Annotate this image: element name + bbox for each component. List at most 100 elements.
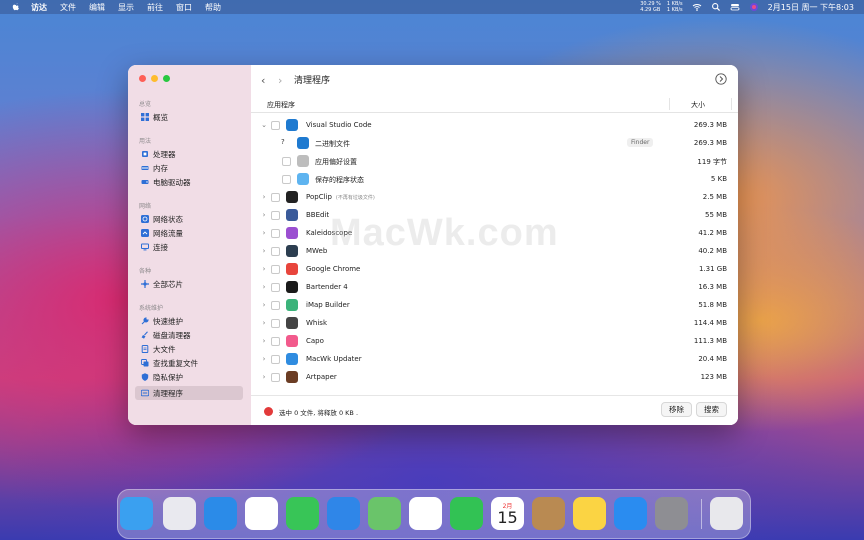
table-row[interactable]: ? 二进制文件 Finder 269.3 MB (251, 134, 738, 152)
table-row[interactable]: 保存的程序状态 5 KB (251, 170, 738, 188)
chrome-icon[interactable] (245, 497, 278, 530)
row-checkbox[interactable] (271, 211, 280, 220)
contacts-icon[interactable] (532, 497, 565, 530)
minimize-window-button[interactable] (151, 75, 158, 82)
forward-button[interactable]: › (278, 74, 282, 87)
sidebar-item-uninstaller[interactable]: 清理程序 (135, 386, 243, 400)
sidebar-item-network-status[interactable]: 网络状态 (135, 212, 243, 226)
chevron-right-icon[interactable]: › (261, 265, 267, 273)
chevron-right-icon[interactable]: › (261, 355, 267, 363)
menu-view[interactable]: 显示 (118, 2, 134, 13)
more-options-icon[interactable] (715, 73, 727, 85)
row-checkbox[interactable] (271, 121, 280, 130)
sidebar-item-connections[interactable]: 连接 (135, 240, 243, 254)
row-checkbox[interactable] (271, 283, 280, 292)
messages-icon[interactable] (286, 497, 319, 530)
zoom-window-button[interactable] (163, 75, 170, 82)
row-checkbox[interactable] (271, 193, 280, 202)
column-header-size[interactable]: 大小 (691, 100, 705, 110)
photos-icon[interactable] (409, 497, 442, 530)
sidebar-item-all-chips[interactable]: 全部芯片 (135, 277, 243, 291)
row-checkbox[interactable] (271, 265, 280, 274)
table-row[interactable]: › Whisk 114.4 MB (251, 314, 738, 332)
table-row[interactable]: › MacWk Updater 20.4 MB (251, 350, 738, 368)
menu-help[interactable]: 帮助 (205, 2, 221, 13)
location-badge[interactable]: Finder (627, 138, 654, 147)
sidebar-item-privacy[interactable]: 隐私保护 (135, 370, 243, 384)
chevron-right-icon[interactable]: › (261, 337, 267, 345)
sidebar-item-label: 查找重复文件 (153, 358, 198, 368)
row-checkbox[interactable] (282, 175, 291, 184)
chevron-right-icon[interactable]: › (261, 319, 267, 327)
table-row[interactable]: › iMap Builder 51.8 MB (251, 296, 738, 314)
sidebar-item-drives[interactable]: 电脑驱动器 (135, 175, 243, 189)
sidebar-item-label: 磁盘清理器 (153, 330, 191, 340)
chevron-right-icon[interactable]: › (261, 193, 267, 201)
row-checkbox[interactable] (271, 373, 280, 382)
chevron-down-icon[interactable]: ⌄ (261, 121, 267, 129)
sidebar-item-memory[interactable]: 内存 (135, 161, 243, 175)
sidebar-item-quick-maintenance[interactable]: 快速维护 (135, 314, 243, 328)
row-checkbox[interactable] (271, 301, 280, 310)
row-checkbox[interactable] (282, 157, 291, 166)
safari-icon[interactable] (204, 497, 237, 530)
menu-window[interactable]: 窗口 (176, 2, 192, 13)
facetime-icon[interactable] (450, 497, 483, 530)
sidebar-item-duplicates[interactable]: 查找重复文件 (135, 356, 243, 370)
row-checkbox[interactable] (271, 229, 280, 238)
menu-finder[interactable]: 访达 (31, 2, 47, 13)
row-checkbox[interactable] (271, 355, 280, 364)
chevron-right-icon[interactable]: › (261, 373, 267, 381)
app-note: (不再有垃圾文件) (335, 195, 375, 201)
menu-edit[interactable]: 编辑 (89, 2, 105, 13)
settings-icon[interactable] (655, 497, 688, 530)
table-row[interactable]: › Capo 111.3 MB (251, 332, 738, 350)
appstore-icon[interactable] (614, 497, 647, 530)
table-row[interactable]: 应用偏好设置 119 字节 (251, 152, 738, 170)
column-header-app[interactable]: 应用程序 (267, 100, 295, 110)
mail-icon[interactable] (327, 497, 360, 530)
finder-icon[interactable] (120, 497, 153, 530)
sidebar-item-cpu[interactable]: 处理器 (135, 147, 243, 161)
maps-icon[interactable] (368, 497, 401, 530)
trash-icon[interactable] (710, 497, 743, 530)
sidebar-item-disk-cleaner[interactable]: 磁盘清理器 (135, 328, 243, 342)
menu-clock[interactable]: 2月15日 周一 下午8:03 (768, 2, 854, 13)
control-center-icon[interactable] (730, 2, 740, 12)
menu-go[interactable]: 前往 (147, 2, 163, 13)
sidebar-item-label: 概览 (153, 112, 168, 122)
chevron-right-icon[interactable]: › (261, 283, 267, 291)
close-window-button[interactable] (139, 75, 146, 82)
calendar-icon[interactable]: 2月 15 (491, 497, 524, 530)
app-size: 111.3 MB (693, 337, 727, 345)
table-row[interactable]: › Google Chrome 1.31 GB (251, 260, 738, 278)
app-name-text: Google Chrome (306, 265, 361, 273)
search-button[interactable]: 搜索 (696, 402, 727, 417)
wifi-icon[interactable] (692, 2, 702, 12)
siri-icon[interactable] (749, 2, 759, 12)
table-row[interactable]: › Artpaper 123 MB (251, 368, 738, 386)
notes-icon[interactable] (573, 497, 606, 530)
table-row[interactable]: › Bartender 4 16.3 MB (251, 278, 738, 296)
chevron-right-icon[interactable]: › (261, 247, 267, 255)
sidebar-item-overview[interactable]: 概览 (135, 110, 243, 124)
launchpad-icon[interactable] (163, 497, 196, 530)
search-icon[interactable] (711, 2, 721, 12)
table-row[interactable]: › PopClip (不再有垃圾文件) 2.5 MB (251, 188, 738, 206)
sidebar-item-network-traffic[interactable]: 网络流量 (135, 226, 243, 240)
selection-status: 选中 0 文件, 将释放 0 KB . (279, 409, 359, 417)
row-checkbox[interactable] (271, 319, 280, 328)
menu-file[interactable]: 文件 (60, 2, 76, 13)
system-monitor-widget[interactable]: 30.29 % 4.29 GB 1 KB/s 1 KB/s (640, 1, 682, 13)
back-button[interactable]: ‹ (261, 74, 265, 87)
app-name: Artpaper (306, 373, 337, 381)
chevron-right-icon[interactable]: › (261, 229, 267, 237)
row-checkbox[interactable] (271, 247, 280, 256)
chevron-right-icon[interactable]: › (261, 301, 267, 309)
remove-button[interactable]: 移除 (661, 402, 692, 417)
table-row[interactable]: ⌄ Visual Studio Code 269.3 MB (251, 116, 738, 134)
chevron-right-icon[interactable]: › (261, 211, 267, 219)
sidebar-item-large-files[interactable]: 大文件 (135, 342, 243, 356)
apple-icon[interactable] (11, 2, 21, 12)
row-checkbox[interactable] (271, 337, 280, 346)
